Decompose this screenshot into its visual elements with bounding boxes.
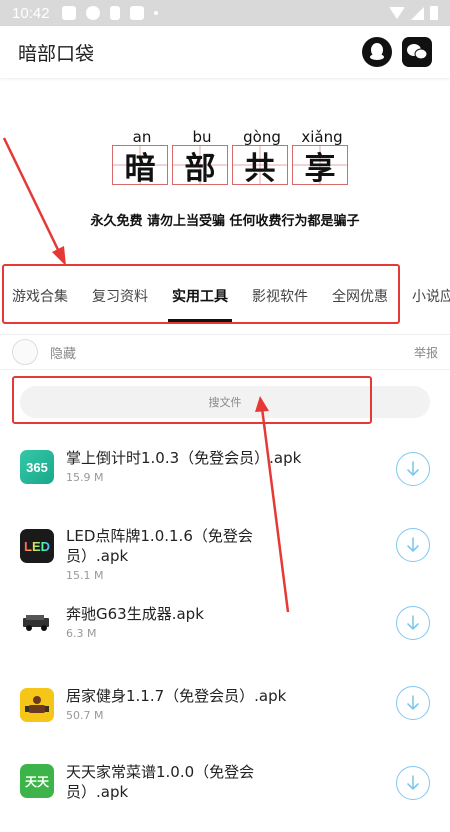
text-notification-icon — [129, 6, 144, 20]
file-size: 15.9 M — [66, 471, 104, 484]
led-icon: LED — [20, 529, 54, 563]
arrow-down-icon — [407, 775, 419, 791]
file-name: 奔驰G63生成器.apk — [66, 605, 204, 623]
dot-notification-icon — [153, 11, 158, 15]
characters-row: 暗 部 共 享 — [112, 145, 352, 187]
file-info: 掌上倒计时1.0.3（免登会员）.apk 15.9 M — [66, 448, 366, 484]
banner-character: 共 — [232, 145, 288, 187]
banner: an bu gòng xiǎng 暗 部 共 享 永久免费 请勿上当受骗 任何收… — [0, 120, 450, 240]
download-button[interactable] — [396, 452, 430, 486]
download-button[interactable] — [396, 528, 430, 562]
icon-text: 365 — [26, 459, 48, 475]
download-notification-icon — [109, 6, 120, 20]
list-item[interactable]: LED LED点阵牌1.0.1.6（免登会员）.apk 15.1 M — [0, 526, 450, 596]
tab-novels[interactable]: 小说应 — [400, 266, 450, 326]
file-size: 15.1 M — [66, 569, 104, 582]
tab-utility-tools[interactable]: 实用工具 — [160, 266, 240, 326]
tab-games[interactable]: 游戏合集 — [0, 266, 80, 326]
car-icon — [20, 606, 54, 640]
banner-character: 部 — [172, 145, 228, 187]
file-size: 50.7 M — [66, 709, 104, 722]
wifi-icon — [389, 7, 405, 19]
avatar[interactable] — [12, 339, 38, 365]
slogan: 永久免费 请勿上当受骗 任何收费行为都是骗子 — [90, 214, 360, 229]
banner-character: 享 — [292, 145, 348, 187]
app-bar: 暗部口袋 — [0, 26, 450, 78]
status-time: 10:42 — [12, 4, 50, 22]
fitness-icon — [20, 688, 54, 722]
countdown-365-icon: 365 — [20, 450, 54, 484]
category-tabs: 游戏合集 复习资料 实用工具 影视软件 全网优惠 小说应 — [0, 266, 450, 326]
alert-notification-icon — [85, 6, 100, 20]
file-info: LED点阵牌1.0.1.6（免登会员）.apk 15.1 M — [66, 526, 266, 582]
file-name: 掌上倒计时1.0.3（免登会员）.apk — [66, 449, 302, 467]
file-name: 居家健身1.1.7（免登会员）.apk — [66, 687, 287, 705]
wechat-icon[interactable] — [402, 37, 432, 67]
signal-icon — [411, 6, 424, 20]
download-button[interactable] — [396, 686, 430, 720]
file-info: 居家健身1.1.7（免登会员）.apk 50.7 M — [66, 686, 366, 722]
arrow-down-icon — [407, 537, 419, 553]
arrow-down-icon — [407, 461, 419, 477]
search-files-input[interactable]: 搜文件 — [20, 386, 430, 418]
banner-character: 暗 — [112, 145, 168, 187]
file-name: 天天家常菜谱1.0.0（免登会员）.apk — [66, 763, 255, 801]
report-link[interactable]: 举报 — [414, 344, 438, 361]
list-item[interactable]: 奔驰G63生成器.apk 6.3 M — [0, 604, 450, 674]
arrow-down-icon — [407, 695, 419, 711]
download-button[interactable] — [396, 766, 430, 800]
icon-text: LED — [24, 538, 50, 554]
recipe-icon: 天天 — [20, 764, 54, 798]
arrow-down-icon — [407, 615, 419, 631]
list-item[interactable]: 天天 天天家常菜谱1.0.0（免登会员）.apk — [0, 762, 450, 832]
hide-label[interactable]: 隐藏 — [50, 343, 76, 362]
qq-icon[interactable] — [362, 37, 392, 67]
list-item[interactable]: 365 掌上倒计时1.0.3（免登会员）.apk 15.9 M — [0, 448, 450, 518]
list-item[interactable]: 居家健身1.1.7（免登会员）.apk 50.7 M — [0, 682, 450, 752]
tab-video-apps[interactable]: 影视软件 — [240, 266, 320, 326]
file-name: LED点阵牌1.0.1.6（免登会员）.apk — [66, 527, 253, 565]
arrow-head-icon — [52, 246, 66, 266]
app-title: 暗部口袋 — [18, 42, 95, 65]
file-size: 6.3 M — [66, 627, 97, 640]
status-bar: 10:42 — [0, 0, 450, 26]
file-info: 奔驰G63生成器.apk 6.3 M — [66, 604, 366, 640]
download-button[interactable] — [396, 606, 430, 640]
file-info: 天天家常菜谱1.0.0（免登会员）.apk — [66, 762, 276, 802]
tab-deals[interactable]: 全网优惠 — [320, 266, 400, 326]
owner-row: 隐藏 举报 — [0, 334, 450, 370]
icon-text: 天天 — [24, 774, 49, 789]
battery-icon — [430, 6, 438, 20]
app-notification-icon — [61, 6, 76, 20]
tab-study-materials[interactable]: 复习资料 — [80, 266, 160, 326]
